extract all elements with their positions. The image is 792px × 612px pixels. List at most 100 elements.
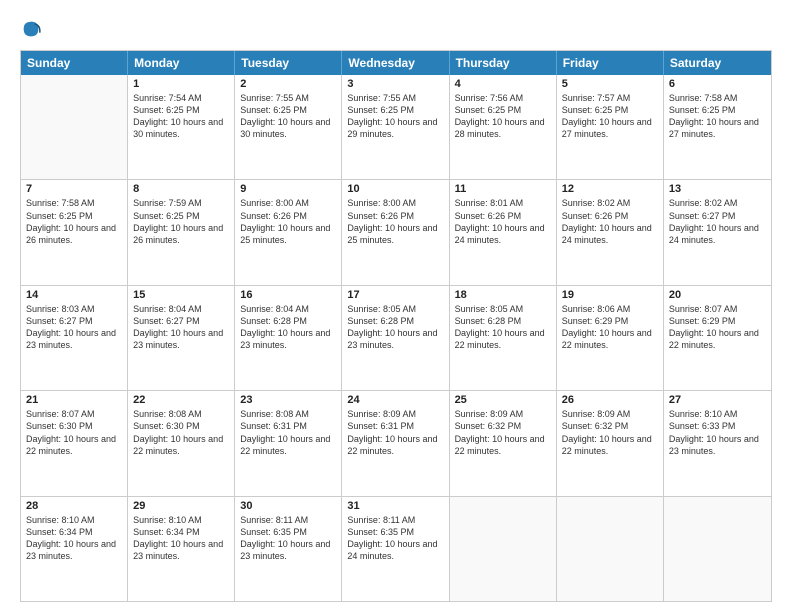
calendar-cell: 31 Sunrise: 8:11 AMSunset: 6:35 PMDayligh… [342, 497, 449, 601]
calendar-cell: 13 Sunrise: 8:02 AMSunset: 6:27 PMDayligh… [664, 180, 771, 284]
day-number: 21 [26, 394, 122, 406]
day-info: Sunrise: 8:06 AMSunset: 6:29 PMDaylight:… [562, 303, 658, 352]
day-number: 13 [669, 183, 766, 195]
calendar-cell: 25 Sunrise: 8:09 AMSunset: 6:32 PMDayligh… [450, 391, 557, 495]
calendar-cell: 11Sunrise: 8:01 AMSunset: 6:26 PMDayligh… [450, 180, 557, 284]
day-info: Sunrise: 8:10 AMSunset: 6:34 PMDaylight:… [26, 514, 122, 563]
calendar-cell: 8 Sunrise: 7:59 AMSunset: 6:25 PMDaylight… [128, 180, 235, 284]
calendar-cell [450, 497, 557, 601]
day-number: 1 [133, 78, 229, 90]
day-number: 23 [240, 394, 336, 406]
weekday-header: Saturday [664, 51, 771, 75]
day-info: Sunrise: 8:02 AMSunset: 6:27 PMDaylight:… [669, 197, 766, 246]
day-number: 27 [669, 394, 766, 406]
day-number: 19 [562, 289, 658, 301]
calendar-cell [664, 497, 771, 601]
calendar-week-row: 1 Sunrise: 7:54 AMSunset: 6:25 PMDaylight… [21, 75, 771, 179]
calendar-cell: 24Sunrise: 8:09 AMSunset: 6:31 PMDayligh… [342, 391, 449, 495]
calendar-cell: 19 Sunrise: 8:06 AMSunset: 6:29 PMDayligh… [557, 286, 664, 390]
day-info: Sunrise: 8:00 AMSunset: 6:26 PMDaylight:… [347, 197, 443, 246]
day-info: Sunrise: 7:54 AMSunset: 6:25 PMDaylight:… [133, 92, 229, 141]
day-info: Sunrise: 7:55 AMSunset: 6:25 PMDaylight:… [347, 92, 443, 141]
day-number: 7 [26, 183, 122, 195]
calendar-cell [21, 75, 128, 179]
day-number: 22 [133, 394, 229, 406]
day-info: Sunrise: 8:09 AMSunset: 6:32 PMDaylight:… [455, 408, 551, 457]
calendar-body: 1 Sunrise: 7:54 AMSunset: 6:25 PMDaylight… [21, 75, 771, 601]
day-info: Sunrise: 8:07 AMSunset: 6:30 PMDaylight:… [26, 408, 122, 457]
calendar-cell: 29 Sunrise: 8:10 AMSunset: 6:34 PMDayligh… [128, 497, 235, 601]
day-info: Sunrise: 7:56 AMSunset: 6:25 PMDaylight:… [455, 92, 551, 141]
day-number: 10 [347, 183, 443, 195]
day-info: Sunrise: 8:01 AMSunset: 6:26 PMDaylight:… [455, 197, 551, 246]
weekday-header: Friday [557, 51, 664, 75]
day-number: 5 [562, 78, 658, 90]
logo-icon [20, 18, 42, 40]
day-info: Sunrise: 8:05 AMSunset: 6:28 PMDaylight:… [455, 303, 551, 352]
day-number: 24 [347, 394, 443, 406]
day-number: 30 [240, 500, 336, 512]
calendar-cell: 15 Sunrise: 8:04 AMSunset: 6:27 PMDayligh… [128, 286, 235, 390]
calendar-cell: 28 Sunrise: 8:10 AMSunset: 6:34 PMDayligh… [21, 497, 128, 601]
day-info: Sunrise: 8:10 AMSunset: 6:33 PMDaylight:… [669, 408, 766, 457]
weekday-header: Tuesday [235, 51, 342, 75]
day-info: Sunrise: 8:11 AMSunset: 6:35 PMDaylight:… [240, 514, 336, 563]
calendar-cell: 9 Sunrise: 8:00 AMSunset: 6:26 PMDaylight… [235, 180, 342, 284]
day-number: 31 [347, 500, 443, 512]
weekday-header: Wednesday [342, 51, 449, 75]
calendar-cell: 12 Sunrise: 8:02 AMSunset: 6:26 PMDayligh… [557, 180, 664, 284]
day-number: 20 [669, 289, 766, 301]
day-info: Sunrise: 8:05 AMSunset: 6:28 PMDaylight:… [347, 303, 443, 352]
day-info: Sunrise: 8:00 AMSunset: 6:26 PMDaylight:… [240, 197, 336, 246]
day-info: Sunrise: 8:10 AMSunset: 6:34 PMDaylight:… [133, 514, 229, 563]
day-info: Sunrise: 8:11 AMSunset: 6:35 PMDaylight:… [347, 514, 443, 563]
day-number: 16 [240, 289, 336, 301]
day-number: 28 [26, 500, 122, 512]
day-info: Sunrise: 8:02 AMSunset: 6:26 PMDaylight:… [562, 197, 658, 246]
calendar-week-row: 7 Sunrise: 7:58 AMSunset: 6:25 PMDaylight… [21, 179, 771, 284]
day-number: 29 [133, 500, 229, 512]
day-number: 2 [240, 78, 336, 90]
calendar-cell: 10 Sunrise: 8:00 AMSunset: 6:26 PMDayligh… [342, 180, 449, 284]
day-number: 17 [347, 289, 443, 301]
day-number: 12 [562, 183, 658, 195]
day-number: 14 [26, 289, 122, 301]
day-info: Sunrise: 7:58 AMSunset: 6:25 PMDaylight:… [26, 197, 122, 246]
day-number: 25 [455, 394, 551, 406]
calendar-header: SundayMondayTuesdayWednesdayThursdayFrid… [21, 51, 771, 75]
calendar-cell: 14 Sunrise: 8:03 AMSunset: 6:27 PMDayligh… [21, 286, 128, 390]
logo [20, 18, 46, 40]
calendar-cell: 7 Sunrise: 7:58 AMSunset: 6:25 PMDaylight… [21, 180, 128, 284]
day-info: Sunrise: 8:03 AMSunset: 6:27 PMDaylight:… [26, 303, 122, 352]
day-info: Sunrise: 7:57 AMSunset: 6:25 PMDaylight:… [562, 92, 658, 141]
day-info: Sunrise: 7:59 AMSunset: 6:25 PMDaylight:… [133, 197, 229, 246]
day-number: 15 [133, 289, 229, 301]
day-info: Sunrise: 8:07 AMSunset: 6:29 PMDaylight:… [669, 303, 766, 352]
calendar-cell: 23 Sunrise: 8:08 AMSunset: 6:31 PMDayligh… [235, 391, 342, 495]
day-info: Sunrise: 8:04 AMSunset: 6:28 PMDaylight:… [240, 303, 336, 352]
calendar-cell: 3Sunrise: 7:55 AMSunset: 6:25 PMDaylight… [342, 75, 449, 179]
calendar-cell: 17 Sunrise: 8:05 AMSunset: 6:28 PMDayligh… [342, 286, 449, 390]
calendar-cell: 4 Sunrise: 7:56 AMSunset: 6:25 PMDaylight… [450, 75, 557, 179]
day-number: 8 [133, 183, 229, 195]
weekday-header: Thursday [450, 51, 557, 75]
weekday-header: Monday [128, 51, 235, 75]
calendar-cell: 18Sunrise: 8:05 AMSunset: 6:28 PMDayligh… [450, 286, 557, 390]
calendar-cell: 5 Sunrise: 7:57 AMSunset: 6:25 PMDaylight… [557, 75, 664, 179]
header [20, 18, 772, 40]
calendar-cell: 6Sunrise: 7:58 AMSunset: 6:25 PMDaylight… [664, 75, 771, 179]
calendar-cell: 1 Sunrise: 7:54 AMSunset: 6:25 PMDaylight… [128, 75, 235, 179]
day-info: Sunrise: 8:04 AMSunset: 6:27 PMDaylight:… [133, 303, 229, 352]
page: SundayMondayTuesdayWednesdayThursdayFrid… [0, 0, 792, 612]
day-info: Sunrise: 8:08 AMSunset: 6:31 PMDaylight:… [240, 408, 336, 457]
day-number: 4 [455, 78, 551, 90]
calendar-cell: 20 Sunrise: 8:07 AMSunset: 6:29 PMDayligh… [664, 286, 771, 390]
calendar-week-row: 14 Sunrise: 8:03 AMSunset: 6:27 PMDayligh… [21, 285, 771, 390]
day-info: Sunrise: 7:55 AMSunset: 6:25 PMDaylight:… [240, 92, 336, 141]
day-info: Sunrise: 8:08 AMSunset: 6:30 PMDaylight:… [133, 408, 229, 457]
calendar-cell: 16 Sunrise: 8:04 AMSunset: 6:28 PMDayligh… [235, 286, 342, 390]
calendar-week-row: 21 Sunrise: 8:07 AMSunset: 6:30 PMDayligh… [21, 390, 771, 495]
day-number: 9 [240, 183, 336, 195]
calendar-cell: 30 Sunrise: 8:11 AMSunset: 6:35 PMDayligh… [235, 497, 342, 601]
weekday-header: Sunday [21, 51, 128, 75]
